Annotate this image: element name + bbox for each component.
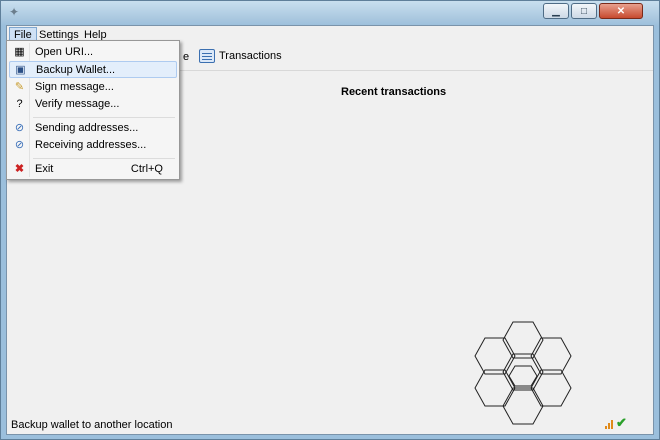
menu-item-sign-message[interactable]: ✎ Sign message... xyxy=(9,79,177,96)
menu-item-label: Open URI... xyxy=(35,46,94,58)
menu-separator xyxy=(33,117,175,118)
transactions-tab[interactable]: Transactions xyxy=(199,46,282,66)
status-icons: ✔ xyxy=(605,416,627,429)
verify-icon: ? xyxy=(16,98,23,110)
open-uri-icon: ▦ xyxy=(14,46,25,58)
menu-item-backup-wallet[interactable]: ▣ Backup Wallet... xyxy=(9,61,177,78)
close-button[interactable]: ✕ xyxy=(599,3,643,19)
menu-item-receiving-addresses[interactable]: ⊘ Receiving addresses... xyxy=(9,137,177,154)
recent-transactions-title: Recent transactions xyxy=(341,86,447,98)
menu-item-exit[interactable]: ✖ Exit Ctrl+Q xyxy=(9,161,177,178)
menu-item-sending-addresses[interactable]: ⊘ Sending addresses... xyxy=(9,120,177,137)
save-icon: ▣ xyxy=(15,64,26,76)
connections-icon[interactable] xyxy=(605,420,613,429)
app-icon: ✦ xyxy=(8,5,20,19)
address-book-icon: ⊘ xyxy=(14,139,25,151)
menu-item-verify-message[interactable]: ? Verify message... xyxy=(9,96,177,113)
sign-icon: ✎ xyxy=(14,81,25,93)
menu-item-label: Sign message... xyxy=(35,81,114,93)
hexagon-logo xyxy=(474,321,572,425)
minimize-button[interactable]: ▁ xyxy=(543,3,569,19)
menu-separator xyxy=(33,158,175,159)
menu-item-label: Backup Wallet... xyxy=(36,64,116,76)
maximize-button[interactable]: □ xyxy=(571,3,597,19)
exit-icon: ✖ xyxy=(14,163,25,175)
menu-item-label: Sending addresses... xyxy=(35,122,139,134)
transactions-label: Transactions xyxy=(219,50,282,62)
menu-item-label: Verify message... xyxy=(35,98,120,110)
title-bar[interactable]: ✦ ▁ □ ✕ xyxy=(1,1,659,25)
file-menu-dropdown: ▦ Open URI... ▣ Backup Wallet... ✎ Sign … xyxy=(6,40,180,180)
transactions-icon xyxy=(199,49,215,63)
address-book-icon: ⊘ xyxy=(14,122,25,134)
menu-item-label: Receiving addresses... xyxy=(35,139,147,151)
toolbar-partial-label: e xyxy=(183,51,190,63)
status-text: Backup wallet to another location xyxy=(11,419,173,431)
menu-item-open-uri[interactable]: ▦ Open URI... xyxy=(9,44,177,61)
menu-item-label: Exit xyxy=(35,163,54,175)
sync-check-icon[interactable]: ✔ xyxy=(616,416,627,429)
menu-item-shortcut: Ctrl+Q xyxy=(130,163,163,175)
